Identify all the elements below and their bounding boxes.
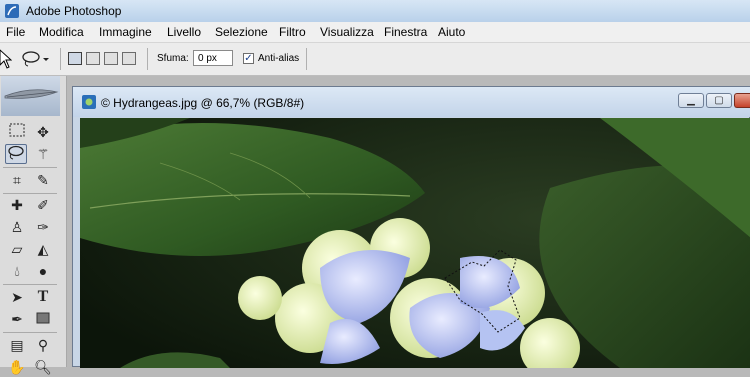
- tool-options-bar: Sfuma: ✓ Anti-alias: [0, 43, 750, 76]
- menu-aiuto[interactable]: Aiuto: [438, 25, 465, 39]
- image-canvas[interactable]: [80, 118, 750, 368]
- zoom-icon[interactable]: 🔍︎: [32, 357, 54, 377]
- document-titlebar[interactable]: © Hydrangeas.jpg @ 66,7% (RGB/8#) ▁ ▢: [73, 87, 750, 117]
- options-divider: [306, 48, 307, 70]
- new-selection-button[interactable]: [68, 52, 82, 65]
- intersect-selection-button[interactable]: [122, 52, 136, 65]
- options-divider: [147, 48, 148, 70]
- lasso-tool[interactable]: [5, 144, 27, 164]
- history-brush-icon[interactable]: ✑: [32, 217, 54, 237]
- tool-divider: [3, 167, 57, 168]
- healing-brush-icon[interactable]: ✚: [6, 195, 28, 215]
- options-divider: [60, 48, 61, 70]
- menu-selezione[interactable]: Selezione: [215, 25, 268, 39]
- hand-icon[interactable]: ✋: [6, 357, 28, 377]
- subtract-selection-button[interactable]: [104, 52, 118, 65]
- close-button[interactable]: [734, 93, 750, 108]
- feather-label: Sfuma:: [157, 53, 189, 64]
- feather-input[interactable]: [193, 50, 233, 66]
- photoshop-icon: [4, 3, 20, 19]
- dodge-icon[interactable]: ●: [32, 261, 54, 281]
- tool-divider: [3, 332, 57, 333]
- slice-tool[interactable]: ✎: [32, 170, 54, 190]
- document-icon: [81, 94, 97, 110]
- path-selection-icon[interactable]: ➤: [6, 287, 28, 307]
- paint-bucket-icon[interactable]: ◭: [32, 239, 54, 259]
- app-titlebar: Adobe Photoshop: [0, 0, 750, 22]
- menu-file[interactable]: File: [6, 25, 25, 39]
- minimize-button[interactable]: ▁: [678, 93, 704, 108]
- hydrangea-photo: [80, 118, 750, 368]
- menu-bar: File Modifica Immagine Livello Selezione…: [0, 22, 750, 43]
- blur-icon[interactable]: 💧︎: [6, 261, 28, 281]
- maximize-button[interactable]: ▢: [706, 93, 732, 108]
- app-title: Adobe Photoshop: [26, 4, 122, 18]
- eraser-icon[interactable]: ▱: [6, 239, 28, 259]
- crop-tool[interactable]: ⌗: [6, 170, 28, 190]
- clone-stamp-icon[interactable]: ♙: [6, 217, 28, 237]
- pen-icon[interactable]: ✒: [6, 309, 28, 329]
- eyedropper-icon[interactable]: ⚲: [32, 335, 54, 355]
- type-icon[interactable]: T: [32, 287, 54, 307]
- feather-icon: [4, 89, 59, 99]
- tool-divider: [3, 284, 57, 285]
- tool-divider: [3, 193, 57, 194]
- rectangle-icon[interactable]: [32, 309, 54, 329]
- brush-icon[interactable]: ✐: [32, 195, 54, 215]
- move-tool[interactable]: ✥: [32, 122, 54, 142]
- cursor-icon: [0, 49, 13, 72]
- menu-filtro[interactable]: Filtro: [279, 25, 306, 39]
- rectangular-marquee-tool[interactable]: [6, 122, 28, 142]
- toolbox-header[interactable]: [1, 76, 60, 116]
- menu-livello[interactable]: Livello: [167, 25, 201, 39]
- menu-modifica[interactable]: Modifica: [39, 25, 84, 39]
- tools-palette: ✥ ⚚ ⌗ ✎ ✚ ✐ ♙ ✑ ▱ ◭ 💧︎ ● ➤ T ✒ ▤ ⚲ ✋ 🔍︎: [0, 76, 67, 375]
- tool-preset-lasso-icon[interactable]: [20, 50, 50, 71]
- add-to-selection-button[interactable]: [86, 52, 100, 65]
- notes-icon[interactable]: ▤: [6, 335, 28, 355]
- magic-wand-tool[interactable]: ⚚: [32, 144, 54, 164]
- menu-finestra[interactable]: Finestra: [384, 25, 427, 39]
- menu-immagine[interactable]: Immagine: [99, 25, 152, 39]
- antialias-checkbox[interactable]: ✓: [243, 53, 254, 64]
- antialias-label: Anti-alias: [258, 53, 300, 64]
- document-window: © Hydrangeas.jpg @ 66,7% (RGB/8#) ▁ ▢: [72, 86, 750, 368]
- document-title: © Hydrangeas.jpg @ 66,7% (RGB/8#): [101, 96, 305, 110]
- menu-visualizza[interactable]: Visualizza: [320, 25, 374, 39]
